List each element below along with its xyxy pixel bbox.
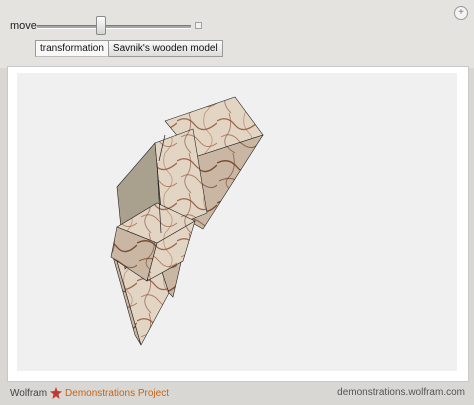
slider-expand-button[interactable]	[195, 22, 202, 29]
move-label: move	[10, 20, 37, 32]
graphics-canvas[interactable]	[17, 73, 457, 371]
view-tabs: transformation Savnik's wooden model	[35, 40, 223, 57]
spikey-icon	[50, 387, 63, 399]
site-url[interactable]: demonstrations.wolfram.com	[337, 387, 465, 398]
wolfram-branding[interactable]: Wolfram Demonstrations Project	[10, 387, 169, 399]
tab-transformation[interactable]: transformation	[35, 40, 109, 57]
control-bar: + move transformation Savnik's wooden mo…	[0, 0, 474, 68]
tab-savniks-wooden-model[interactable]: Savnik's wooden model	[108, 40, 223, 57]
brand-prefix: Wolfram	[10, 387, 48, 399]
marble-polyhedron-graphic[interactable]	[17, 73, 457, 371]
move-slider-thumb[interactable]	[96, 16, 107, 35]
brand-name: Demonstrations Project	[65, 387, 169, 399]
footer-bar: Wolfram Demonstrations Project demonstra…	[0, 382, 474, 405]
plus-icon[interactable]: +	[454, 6, 468, 20]
move-slider-track[interactable]	[37, 25, 191, 29]
